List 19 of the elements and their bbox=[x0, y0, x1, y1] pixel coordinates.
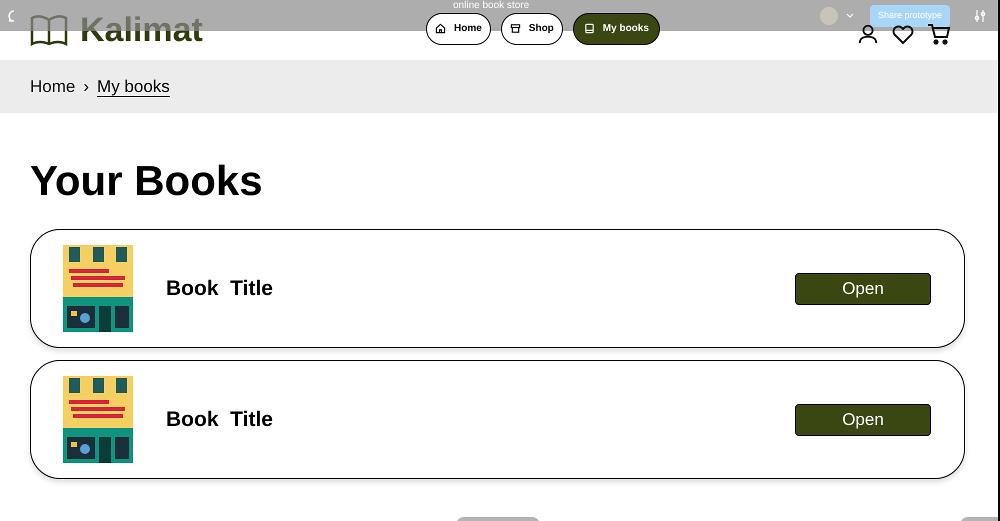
logo-text: Kalimat bbox=[80, 13, 203, 47]
book-title: Book Title bbox=[166, 276, 273, 302]
breadcrumb-link[interactable]: Home bbox=[30, 74, 76, 100]
prototype-title: online book store bbox=[453, 1, 530, 11]
book-icon bbox=[584, 23, 595, 34]
breadcrumb-separator: › bbox=[83, 76, 90, 98]
nav-tab[interactable]: My books bbox=[572, 12, 660, 44]
shop-icon bbox=[510, 23, 521, 34]
open-button[interactable]: Open bbox=[795, 404, 931, 436]
home-icon bbox=[435, 23, 446, 34]
page-heading: Your Books bbox=[30, 160, 264, 202]
heart-icon[interactable] bbox=[891, 23, 915, 45]
open-button[interactable]: Open bbox=[795, 272, 931, 304]
book-title: Book Title bbox=[166, 406, 273, 433]
cart-icon[interactable] bbox=[927, 22, 951, 46]
user-icon[interactable] bbox=[857, 23, 879, 45]
nav-tab[interactable]: Shop bbox=[500, 12, 563, 44]
breadcrumb-link[interactable]: My books bbox=[97, 74, 170, 100]
nav-tab[interactable]: Home bbox=[426, 12, 491, 44]
